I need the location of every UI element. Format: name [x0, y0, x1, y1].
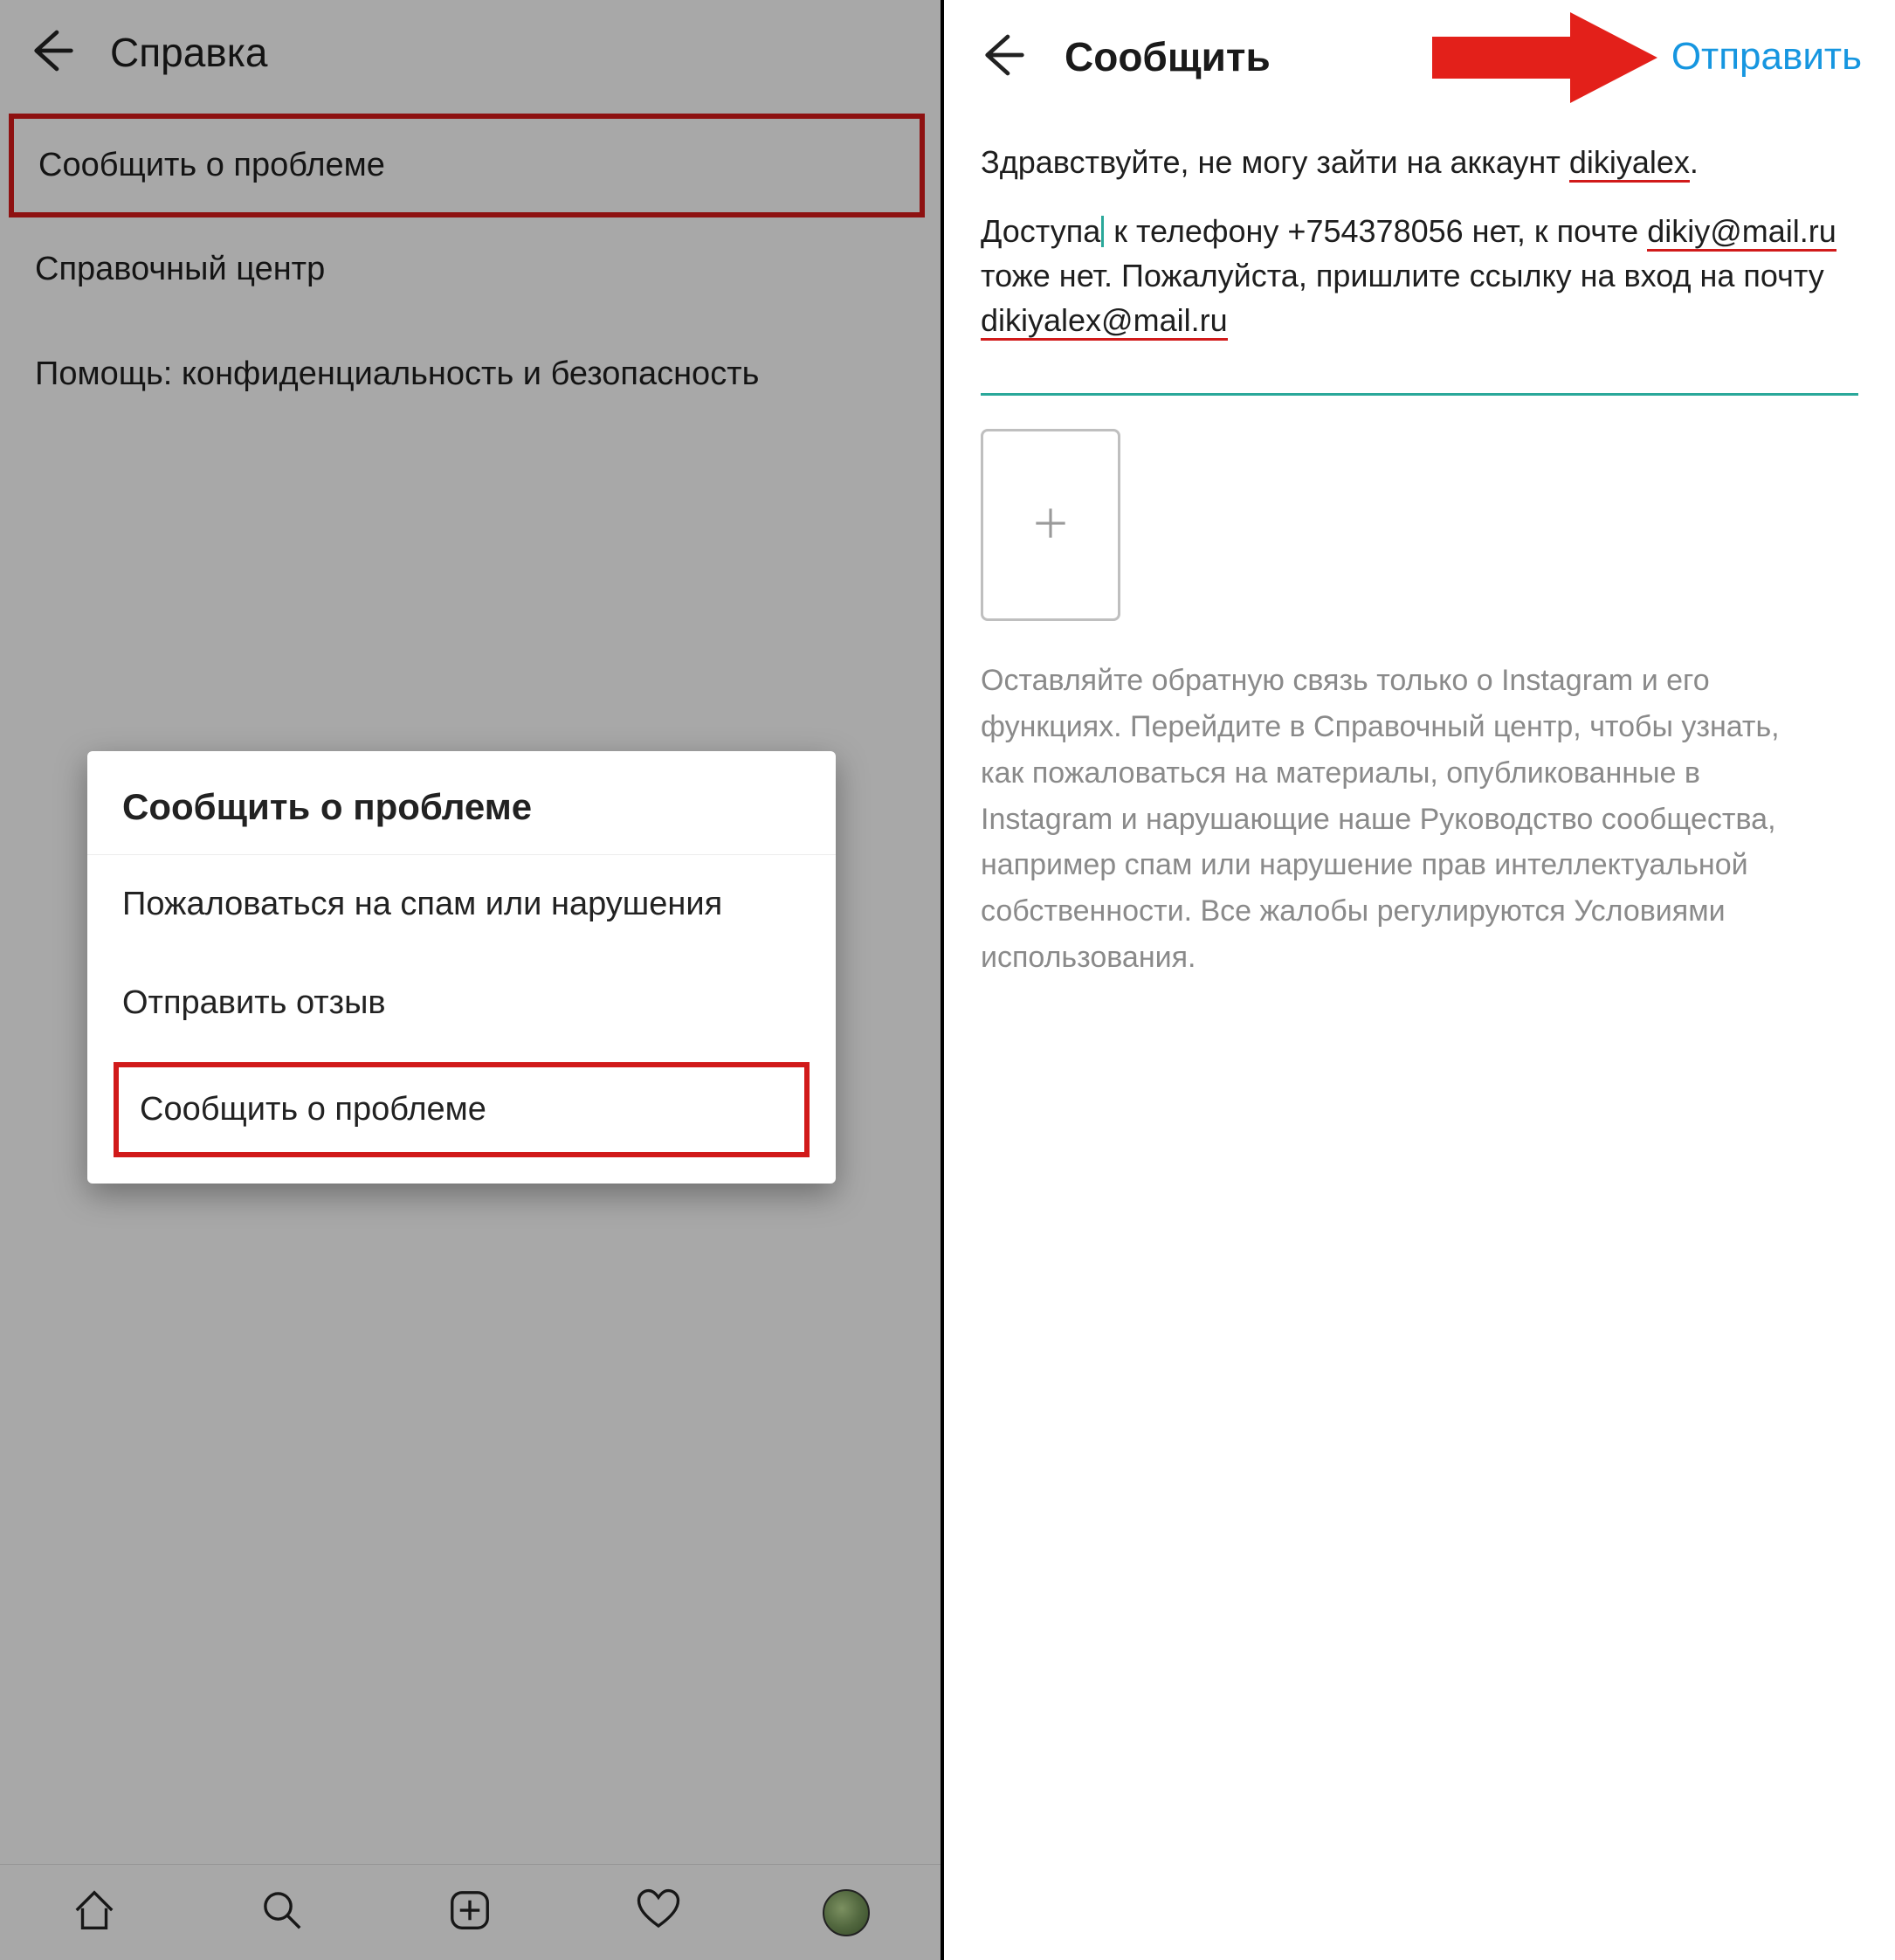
dialog-title: Сообщить о проблеме: [87, 751, 836, 855]
right-header: Сообщить Отправить: [944, 0, 1895, 114]
report-form-screen: Сообщить Отправить Здравствуйте, не могу…: [944, 0, 1895, 1960]
form-hint-text: Оставляйте обратную связь только о Insta…: [981, 658, 1784, 980]
form-body: Здравствуйте, не могу зайти на аккаунт d…: [944, 114, 1895, 1006]
page-title: Сообщить: [1065, 33, 1271, 80]
add-attachment-button[interactable]: [981, 429, 1120, 621]
problem-description-input[interactable]: Здравствуйте, не могу зайти на аккаунт d…: [981, 140, 1858, 396]
dialog-option-spam[interactable]: Пожаловаться на спам или нарушения: [87, 855, 836, 954]
spellcheck-word: dikiy@mail.ru: [1647, 213, 1836, 252]
report-problem-dialog: Сообщить о проблеме Пожаловаться на спам…: [87, 751, 836, 1184]
msg-text: к телефону +754378056 нет, к почте: [1105, 213, 1647, 249]
plus-icon: [1029, 501, 1072, 549]
dialog-option-report[interactable]: Сообщить о проблеме: [114, 1062, 810, 1157]
msg-text: .: [1690, 144, 1699, 180]
text-cursor: [1101, 216, 1104, 247]
msg-text: Доступа: [981, 213, 1100, 249]
help-screen: Справка Сообщить о проблеме Справочный ц…: [0, 0, 944, 1960]
dialog-option-feedback[interactable]: Отправить отзыв: [87, 954, 836, 1052]
submit-button[interactable]: Отправить: [1671, 0, 1862, 114]
msg-text: Здравствуйте, не могу зайти на аккаунт: [981, 144, 1569, 180]
back-icon[interactable]: [977, 31, 1026, 84]
annotation-arrow: [1432, 12, 1677, 103]
msg-text: тоже нет. Пожалуйста, пришлите ссылку на…: [981, 258, 1824, 293]
spellcheck-word: dikiyalex: [1569, 144, 1690, 183]
spellcheck-word: dikiyalex@mail.ru: [981, 302, 1228, 341]
